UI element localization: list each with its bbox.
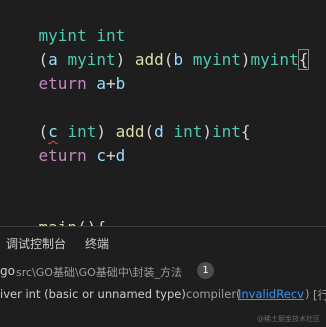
problem-count-badge: 1 (197, 262, 214, 279)
error-source: compiler( (186, 287, 241, 301)
code-line-6: eturn c+d (38, 146, 126, 165)
code-line-3: eturn a+b (38, 74, 126, 93)
panel-tabs: 调试控制台 终端 (0, 227, 326, 257)
error-source-close: ) (305, 287, 310, 301)
problem-file-path: src\GO基础\GO基础中\封装_方法 (16, 266, 183, 279)
code-line-9: main(){ (0, 192, 106, 226)
code-line-1: myint int (0, 0, 126, 45)
code-line-2: (a myint) add(b myint)myint{ (38, 49, 310, 70)
func-name-add: add (134, 50, 164, 69)
code-line-5: (c int) add(d int)int{ (38, 122, 251, 141)
tab-debug-console[interactable]: 调试控制台 (6, 235, 66, 252)
cursor-brace: { (297, 49, 310, 70)
code-editor[interactable]: myint int (a myint) add(b myint)myint{ e… (0, 0, 326, 226)
language-label: go (0, 264, 15, 278)
watermark: @稀土掘金技术社区 (257, 315, 320, 323)
problem-item[interactable]: iver int (basic or unnamed type) compile… (0, 284, 326, 306)
problem-file-row[interactable]: go src\GO基础\GO基础中\封装_方法 1 (0, 261, 326, 283)
error-code-link[interactable]: InvalidRecv (238, 287, 304, 301)
error-location: [行 (313, 288, 326, 302)
bottom-panel: 调试控制台 终端 go src\GO基础\GO基础中\封装_方法 1 iver … (0, 226, 326, 327)
tab-terminal[interactable]: 终端 (85, 235, 109, 252)
error-message: iver int (basic or unnamed type) (0, 287, 186, 301)
